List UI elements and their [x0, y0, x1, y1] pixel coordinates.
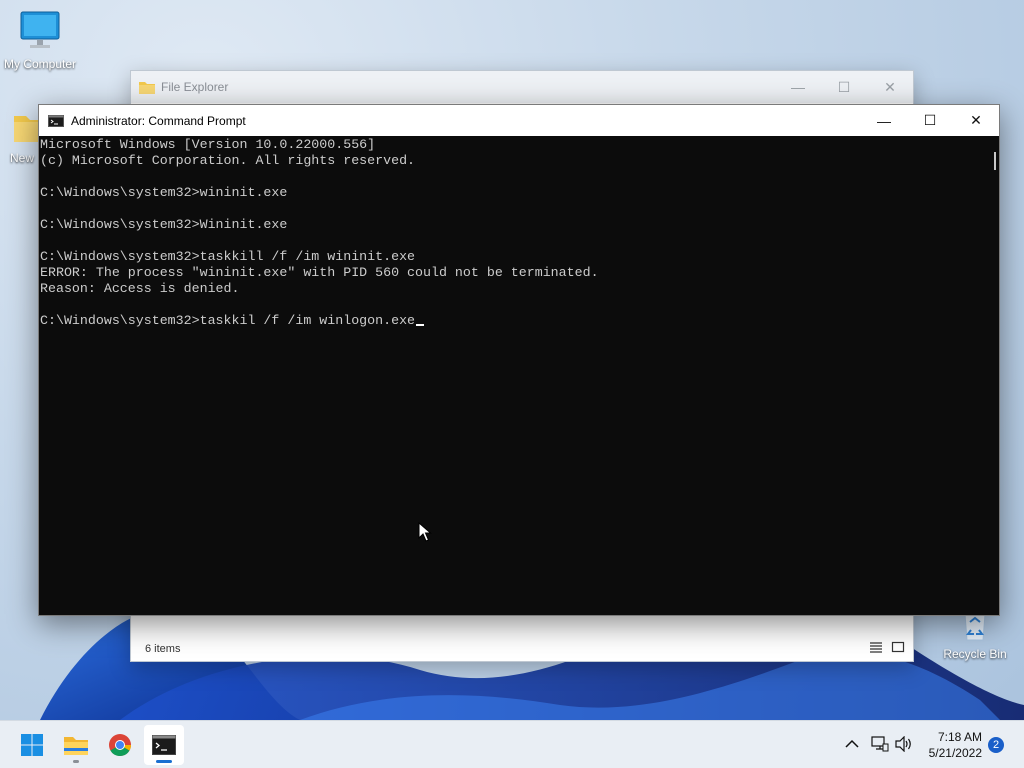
cmd-icon: [152, 735, 176, 755]
details-view-icon[interactable]: [869, 641, 883, 653]
window-title: File Explorer: [161, 80, 229, 94]
command-prompt-window[interactable]: Administrator: Command Prompt — ☐ ✕ Micr…: [38, 104, 1000, 616]
clock-date: 5/21/2022: [928, 746, 982, 760]
console-output[interactable]: Microsoft Windows [Version 10.0.22000.55…: [39, 136, 999, 615]
console-line: C:\Windows\system32>Wininit.exe: [40, 217, 288, 232]
taskbar-command-prompt[interactable]: [144, 725, 184, 765]
clock[interactable]: 7:18 AM 5/21/2022: [929, 729, 982, 761]
file-explorer-titlebar[interactable]: File Explorer — ☐ ✕: [131, 71, 913, 103]
close-button[interactable]: ✕: [867, 71, 913, 103]
console-line: ​: [40, 201, 999, 217]
window-title: Administrator: Command Prompt: [71, 113, 246, 128]
console-line: ​: [40, 297, 999, 313]
chevron-up-icon[interactable]: [845, 739, 859, 749]
mouse-pointer-icon: [418, 522, 432, 542]
taskbar-file-explorer[interactable]: [56, 725, 96, 765]
console-line: Microsoft Windows [Version 10.0.22000.55…: [40, 137, 376, 152]
console-line: ​: [40, 169, 999, 185]
chrome-icon: [109, 734, 131, 756]
clock-time: 7:18 AM: [937, 730, 982, 744]
console-line: ERROR: The process "wininit.exe" with PI…: [40, 265, 599, 280]
console-line: Reason: Access is denied.: [40, 281, 240, 296]
console-line: (c) Microsoft Corporation. All rights re…: [40, 153, 416, 168]
console-line: ​: [40, 233, 999, 249]
network-icon[interactable]: [871, 736, 889, 752]
start-button[interactable]: [12, 725, 52, 765]
status-bar: 6 items: [131, 637, 913, 661]
maximize-button[interactable]: ☐: [907, 105, 953, 136]
minimize-button[interactable]: —: [775, 71, 821, 103]
folder-icon: [64, 737, 88, 755]
console-line: C:\Windows\system32>taskkill /f /im wini…: [40, 249, 416, 264]
volume-icon[interactable]: [895, 736, 913, 752]
desktop-icon-label: Recycle Bin: [943, 647, 1007, 661]
scrollbar-thumb[interactable]: [994, 152, 996, 170]
folder-icon: [139, 82, 155, 94]
taskbar-chrome[interactable]: [100, 725, 140, 765]
maximize-button[interactable]: ☐: [821, 71, 867, 103]
active-indicator: [156, 760, 172, 763]
cmd-titlebar[interactable]: Administrator: Command Prompt — ☐ ✕: [39, 105, 999, 136]
close-button[interactable]: ✕: [953, 105, 999, 136]
desktop-icon-my-computer[interactable]: My Computer: [0, 10, 80, 71]
console-line: C:\Windows\system32>wininit.exe: [40, 185, 288, 200]
minimize-button[interactable]: —: [861, 105, 907, 136]
notification-badge[interactable]: 2: [988, 737, 1004, 753]
cmd-icon: [48, 114, 64, 127]
taskbar: 7:18 AM 5/21/2022 2: [0, 720, 1024, 768]
large-icons-view-icon[interactable]: [891, 641, 905, 653]
monitor-icon: [20, 11, 60, 48]
item-count: 6 items: [145, 643, 181, 655]
windows-logo-icon: [21, 734, 43, 756]
current-command: C:\Windows\system32>taskkil /f /im winlo…: [40, 313, 416, 328]
scrollbar[interactable]: [989, 136, 999, 615]
running-indicator: [73, 760, 79, 763]
desktop-icon-label: My Computer: [3, 57, 77, 71]
text-cursor: [416, 324, 425, 326]
command-input-line[interactable]: C:\Windows\system32>taskkil /f /im winlo…: [40, 313, 999, 329]
